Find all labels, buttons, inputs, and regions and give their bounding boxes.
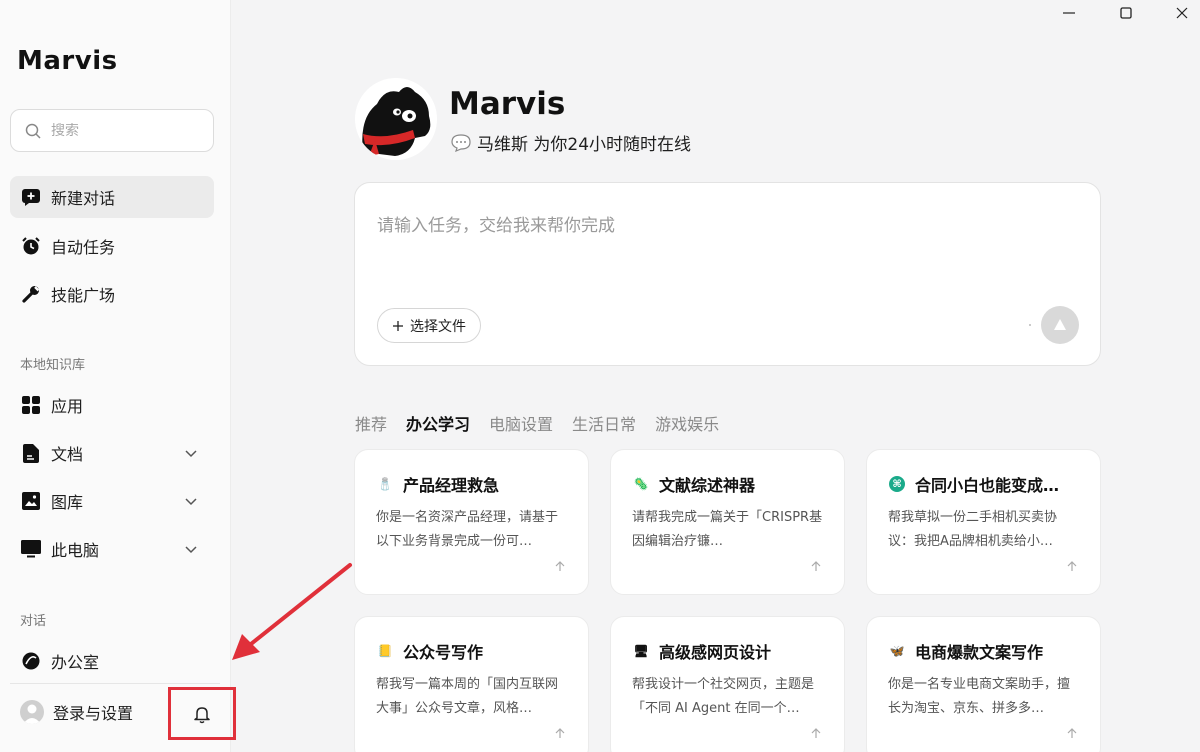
card-title: 🧂 产品经理救急 [377, 472, 577, 496]
task-input[interactable] [377, 211, 1067, 271]
prompt-card[interactable]: 🧂 产品经理救急 你是一名资深产品经理，请基于以下业务背景完成一份可… [354, 449, 589, 595]
arrow-up-icon [811, 561, 821, 571]
divider-dot [1029, 324, 1031, 326]
card-title-text: 电商爆款文案写作 [915, 643, 1044, 662]
office-icon [20, 650, 42, 672]
sidebar-item-label: 办公室 [51, 653, 100, 672]
task-composer: 选择文件 [354, 182, 1101, 366]
tab-pc-settings[interactable]: 电脑设置 [489, 411, 553, 435]
card-description: 你是一名资深产品经理，请基于以下业务背景完成一份可… [376, 510, 559, 549]
sidebar-item-label: 文档 [51, 445, 84, 464]
avatar [20, 700, 44, 724]
sidebar-item-documents[interactable]: 文档 [10, 432, 214, 474]
prompt-card[interactable]: 🖥 高级感网页设计 帮我设计一个社交网页，主题是「不同 AI Agent 在同一… [610, 616, 845, 752]
sidebar-item-apps[interactable]: 应用 [10, 384, 214, 426]
salt-shaker-icon: 🧂 [377, 477, 393, 491]
agent-avatar [355, 78, 437, 160]
card-title-text: 合同小白也能变成… [915, 476, 1060, 495]
card-description: 你是一名专业电商文案助手，擅长为淘宝、京东、拼多多… [888, 677, 1071, 716]
card-title: 🖥 高级感网页设计 [633, 639, 833, 663]
new-chat-icon [20, 186, 42, 208]
sidebar-item-label: 应用 [51, 397, 84, 416]
sidebar-item-label: 技能广场 [51, 286, 116, 305]
sidebar-item-skills[interactable]: 技能广场 [10, 273, 214, 315]
notebook-icon: 📒 [377, 644, 393, 658]
image-icon [20, 490, 42, 512]
card-title: 📒 公众号写作 [377, 639, 577, 663]
prompt-card[interactable]: 🦠 文献综述神器 请帮我完成一篇关于「CRISPR基因编辑治疗镰… [610, 449, 845, 595]
card-title-text: 高级感网页设计 [659, 643, 772, 662]
tab-office-study[interactable]: 办公学习 [406, 411, 470, 435]
card-title: ⌘ 合同小白也能变成… [889, 472, 1089, 496]
sidebar-item-label: 新建对话 [51, 189, 116, 208]
send-arrow-icon [1054, 319, 1066, 330]
arrow-up-icon [555, 561, 565, 571]
sidebar-item-label: 此电脑 [51, 541, 100, 560]
select-file-label: 选择文件 [410, 318, 466, 335]
card-title: 🦠 文献综述神器 [633, 472, 833, 496]
chevron-down-icon[interactable] [184, 494, 198, 508]
bell-icon [194, 706, 210, 723]
chevron-down-icon[interactable] [184, 446, 198, 460]
annotation-arrow-icon [232, 563, 352, 660]
prompt-card[interactable]: 🦋 电商爆款文案写作 你是一名专业电商文案助手，擅长为淘宝、京东、拼多多… [866, 616, 1101, 752]
app-brand: Marvis [17, 46, 118, 76]
close-icon[interactable] [1173, 4, 1191, 22]
tab-recommend[interactable]: 推荐 [355, 411, 387, 435]
card-title: 🦋 电商爆款文案写作 [889, 639, 1089, 663]
sidebar-item-office[interactable]: 办公室 [10, 640, 214, 682]
agent-name: Marvis [449, 86, 566, 122]
apps-grid-icon [20, 394, 42, 416]
microbe-icon: 🦠 [633, 477, 649, 491]
plus-icon [393, 320, 403, 331]
select-file-button[interactable]: 选择文件 [377, 308, 481, 343]
wrench-icon [20, 283, 42, 305]
category-tabs: 推荐 办公学习 电脑设置 生活日常 游戏娱乐 [355, 411, 719, 435]
alarm-clock-icon [20, 235, 42, 257]
maximize-icon[interactable] [1117, 4, 1135, 22]
card-title-text: 文献综述神器 [659, 476, 756, 495]
speech-bubble-icon [451, 133, 471, 152]
sidebar-item-label: 自动任务 [51, 238, 116, 257]
card-title-text: 产品经理救急 [403, 476, 500, 495]
tab-daily-life[interactable]: 生活日常 [572, 411, 636, 435]
login-settings-label: 登录与设置 [53, 704, 134, 723]
command-icon: ⌘ [889, 476, 905, 492]
notification-button[interactable] [168, 687, 236, 740]
search-icon [25, 123, 41, 139]
document-icon [20, 442, 42, 464]
card-description: 帮我草拟一份二手相机买卖协议：我把A品牌相机卖给小… [888, 510, 1058, 549]
sidebar-item-gallery[interactable]: 图库 [10, 480, 214, 522]
login-settings-button[interactable]: 登录与设置 [20, 700, 133, 724]
card-title-text: 公众号写作 [403, 643, 484, 662]
chevron-down-icon[interactable] [184, 542, 198, 556]
knowledge-section-label: 本地知识库 [20, 358, 86, 373]
card-description: 帮我写一篇本周的「国内互联网大事」公众号文章，风格… [376, 677, 559, 716]
card-description: 请帮我完成一篇关于「CRISPR基因编辑治疗镰… [632, 510, 823, 549]
arrow-up-icon [1067, 561, 1077, 571]
desktop-computer-icon: 🖥 [633, 644, 649, 658]
minimize-icon[interactable] [1060, 4, 1078, 22]
card-description: 帮我设计一个社交网页，主题是「不同 AI Agent 在同一个… [632, 677, 815, 716]
arrow-up-icon [555, 728, 565, 738]
sidebar-item-new-chat[interactable]: 新建对话 [10, 176, 214, 218]
sidebar-item-this-pc[interactable]: 此电脑 [10, 528, 214, 570]
butterfly-icon: 🦋 [889, 644, 905, 658]
sidebar-item-auto-task[interactable]: 自动任务 [10, 225, 214, 267]
prompt-card[interactable]: ⌘ 合同小白也能变成… 帮我草拟一份二手相机买卖协议：我把A品牌相机卖给小… [866, 449, 1101, 595]
search-box[interactable] [10, 109, 214, 152]
sidebar-item-label: 图库 [51, 493, 84, 512]
search-input[interactable] [51, 122, 201, 139]
sidebar-divider [10, 683, 220, 684]
monitor-icon [20, 538, 42, 560]
prompt-card[interactable]: 📒 公众号写作 帮我写一篇本周的「国内互联网大事」公众号文章，风格… [354, 616, 589, 752]
tab-games[interactable]: 游戏娱乐 [655, 411, 719, 435]
agent-tagline-text: 马维斯 为你24小时随时在线 [477, 135, 692, 155]
sidebar: Marvis 新建对话 自动任务 技能广场 本地知识库 应用 文档 [0, 0, 231, 752]
arrow-up-icon [811, 728, 821, 738]
agent-tagline: 马维斯 为你24小时随时在线 [451, 130, 691, 155]
chat-section-label: 对话 [20, 614, 47, 629]
arrow-up-icon [1067, 728, 1077, 738]
send-button[interactable] [1041, 306, 1079, 344]
